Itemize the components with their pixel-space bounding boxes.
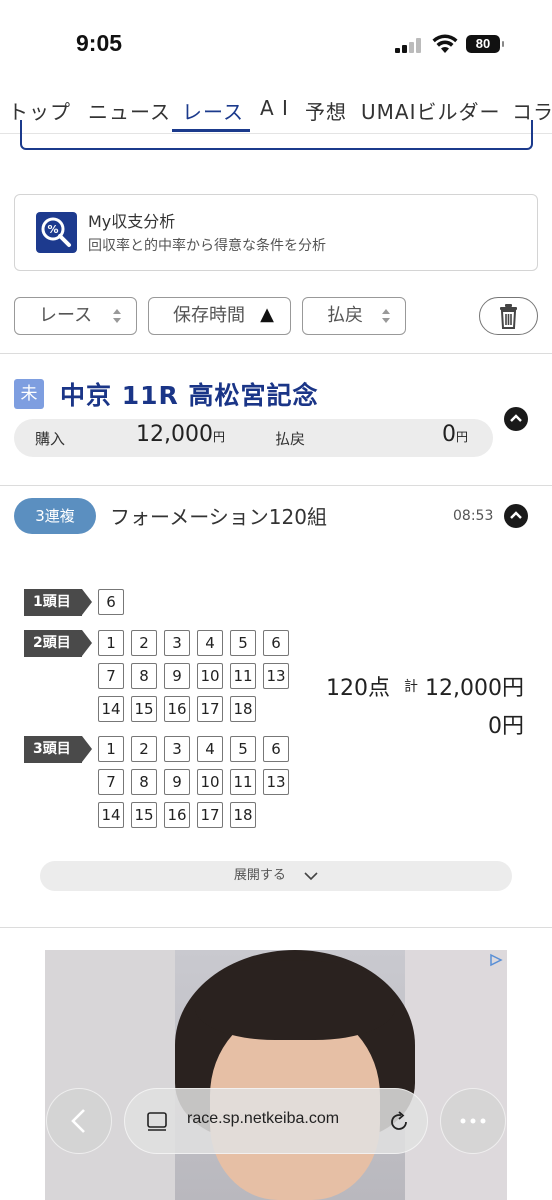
- collapse-race-button[interactable]: [504, 407, 528, 431]
- race-title[interactable]: 中京 11R 高松宮記念: [60, 376, 318, 412]
- horse-number: 16: [164, 696, 190, 722]
- expand-label: 展開する: [233, 868, 286, 883]
- horse-number: 13: [263, 663, 289, 689]
- race-summary-bar: 購入 12,000円 払戻 0円: [14, 419, 493, 457]
- horse-number: 10: [197, 769, 223, 795]
- horse-number: 11: [230, 769, 256, 795]
- wifi-icon: [432, 34, 458, 53]
- horse-number: 5: [230, 630, 256, 656]
- position-label: 3頭目: [24, 736, 92, 763]
- chevron-left-icon: [71, 1109, 85, 1133]
- horse-number: 13: [263, 769, 289, 795]
- payout-label: 払戻: [275, 430, 306, 448]
- status-badge: 未: [14, 379, 44, 409]
- horse-number: 3: [164, 630, 190, 656]
- purchase-label: 購入: [35, 430, 66, 448]
- horse-number: 2: [131, 736, 157, 762]
- url-text: race.sp.netkeiba.com: [187, 1110, 340, 1127]
- horse-number: 8: [131, 663, 157, 689]
- more-button[interactable]: [440, 1088, 506, 1154]
- total-prefix: 計: [404, 679, 418, 695]
- horse-number: 9: [164, 663, 190, 689]
- tab-ai[interactable]: A I: [260, 96, 289, 120]
- horse-number: 5: [230, 736, 256, 762]
- chevron-down-icon: [304, 871, 318, 880]
- up-down-arrow-icon: [113, 309, 121, 323]
- horse-number: 17: [197, 696, 223, 722]
- status-time: 9:05: [76, 30, 123, 56]
- bet-payout-amount: 0円: [488, 714, 524, 739]
- horse-number: 18: [230, 696, 256, 722]
- race-filter-select[interactable]: レース: [14, 297, 137, 335]
- expand-button[interactable]: 展開する: [40, 861, 512, 891]
- horse-number: 2: [131, 630, 157, 656]
- collapsed-panel-edge: [20, 120, 533, 150]
- my-analysis-card[interactable]: % My収支分析 回収率と的中率から得意な条件を分析: [14, 194, 538, 271]
- horse-number: 17: [197, 802, 223, 828]
- ad-background: [45, 950, 175, 1200]
- payout-amount: 0円: [442, 422, 469, 447]
- back-button[interactable]: [46, 1088, 112, 1154]
- bet-name: フォーメーション120組: [110, 505, 327, 529]
- horse-number: 8: [131, 769, 157, 795]
- ad-portrait-bangs: [195, 960, 395, 1040]
- horse-number: 16: [164, 802, 190, 828]
- bet-total-amount: 12,000円: [425, 676, 524, 701]
- percent-magnifier-icon: %: [36, 212, 77, 253]
- cellular-signal-icon: [395, 37, 425, 53]
- bet-time: 08:53: [453, 508, 494, 524]
- up-down-arrow-icon: [382, 309, 390, 323]
- horse-number: 14: [98, 802, 124, 828]
- horse-number: 15: [131, 802, 157, 828]
- bet-points: 120点: [326, 676, 390, 701]
- horse-number: 6: [98, 589, 124, 615]
- horse-number: 7: [98, 769, 124, 795]
- horse-number: 1: [98, 736, 124, 762]
- tab-page-icon: [147, 1112, 167, 1131]
- sort-ascending-icon: ▲: [260, 304, 274, 325]
- trash-icon: [500, 304, 517, 329]
- battery-indicator: 80: [466, 35, 504, 53]
- divider: [0, 927, 552, 928]
- horse-number: 1: [98, 630, 124, 656]
- horse-number: 15: [131, 696, 157, 722]
- position-label: 2頭目: [24, 630, 92, 657]
- address-bar[interactable]: race.sp.netkeiba.com: [124, 1088, 428, 1154]
- horse-number: 11: [230, 663, 256, 689]
- horse-number: 3: [164, 736, 190, 762]
- chevron-up-icon: [510, 511, 522, 519]
- ad-choices-icon[interactable]: [489, 953, 503, 967]
- status-bar: 9:05 80: [0, 0, 552, 80]
- race-filter-label: レース: [39, 305, 93, 326]
- ad-background: [405, 950, 507, 1200]
- payout-filter-select[interactable]: 払戻: [302, 297, 406, 335]
- horse-number: 18: [230, 802, 256, 828]
- divider: [0, 485, 552, 486]
- horse-number: 6: [263, 736, 289, 762]
- horse-number: 9: [164, 769, 190, 795]
- chevron-up-icon: [510, 414, 522, 422]
- collapse-bet-button[interactable]: [504, 504, 528, 528]
- more-icon: [460, 1118, 486, 1124]
- analysis-description: 回収率と的中率から得意な条件を分析: [88, 238, 326, 254]
- svg-text:%: %: [47, 223, 58, 236]
- horse-number: 10: [197, 663, 223, 689]
- horse-number: 4: [197, 630, 223, 656]
- position-label: 1頭目: [24, 589, 92, 616]
- horse-number: 14: [98, 696, 124, 722]
- bet-type-badge: 3連複: [14, 498, 96, 534]
- saved-time-label: 保存時間: [173, 305, 245, 326]
- horse-number: 6: [263, 630, 289, 656]
- delete-button[interactable]: [479, 297, 538, 335]
- advertisement-image[interactable]: [45, 950, 507, 1200]
- divider: [0, 353, 552, 354]
- horse-number: 4: [197, 736, 223, 762]
- saved-time-sort-button[interactable]: 保存時間 ▲: [148, 297, 291, 335]
- payout-filter-label: 払戻: [327, 305, 363, 326]
- reload-icon[interactable]: [387, 1110, 411, 1134]
- horse-number: 7: [98, 663, 124, 689]
- analysis-title: My収支分析: [88, 212, 176, 231]
- purchase-amount: 12,000円: [136, 422, 225, 447]
